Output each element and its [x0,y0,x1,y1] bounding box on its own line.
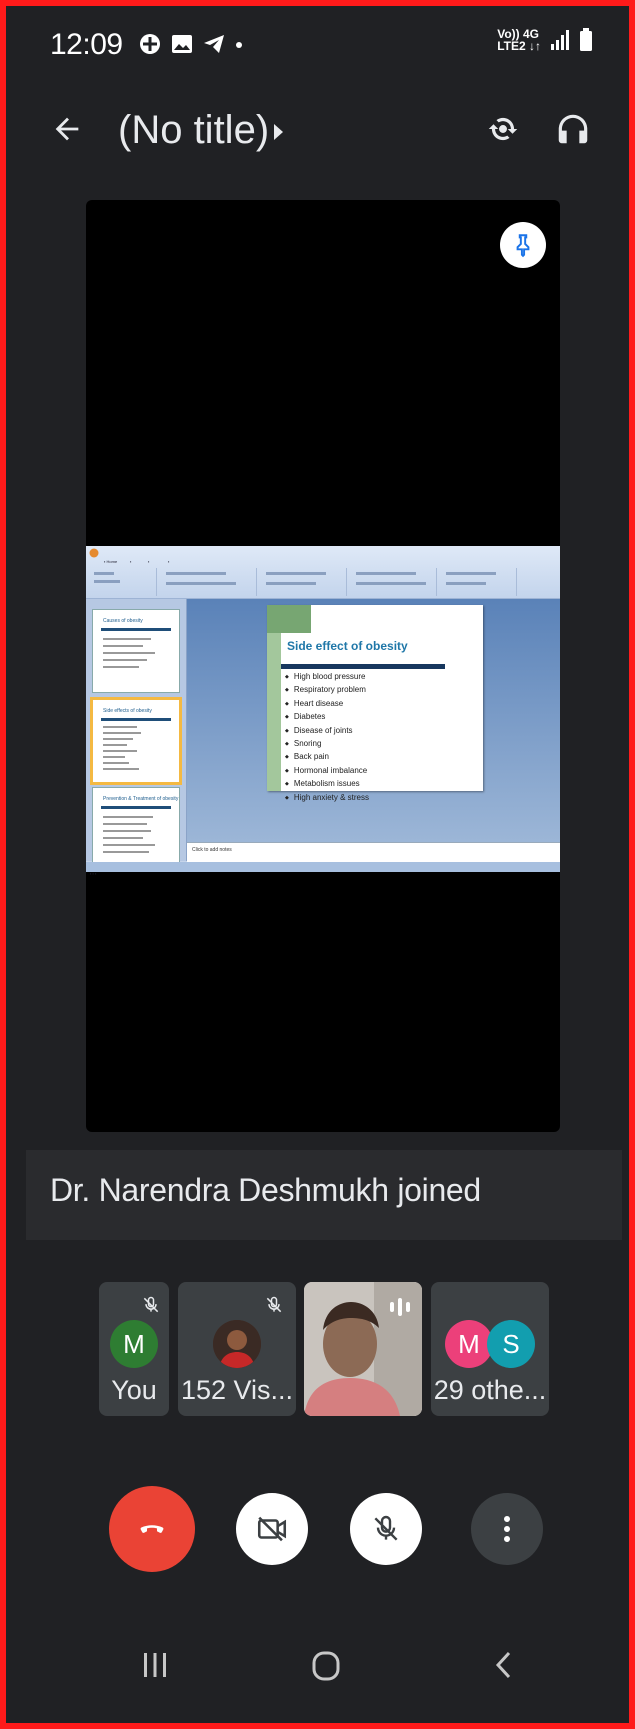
slide-thumb-2: Side effects of obesity [90,697,182,785]
avatar-others-s: S [487,1320,535,1368]
top-app-bar: (No title) [6,86,629,172]
speaking-indicator-icon [390,1298,410,1316]
slide-bullet: Respiratory problem [285,684,369,697]
home-icon[interactable] [311,1650,341,1682]
current-slide: Side effect of obesity High blood pressu… [267,605,483,802]
presentation-stage[interactable]: ▪ Home ▪ ▪ ▪ Causes of obesity Side effe… [86,200,560,1132]
microphone-off-icon [374,1515,398,1541]
telegram-icon [204,35,224,53]
slide-bullet: High anxiety & stress [285,792,369,805]
meeting-title[interactable]: (No title) [118,108,269,153]
slide-bullets: High blood pressure Respiratory problem … [285,671,369,805]
back-arrow-icon[interactable] [50,112,84,146]
slide-thumbnails: Causes of obesity Side effects of obesit… [86,599,187,871]
slide-bullet: Snoring [285,738,369,751]
mic-off-icon [143,1296,159,1313]
network-indicator: Vo)) 4G LTE2 ↓↑ [497,27,541,53]
back-nav-icon[interactable] [493,1650,513,1680]
slide-bullet: High blood pressure [285,671,369,684]
participant-label-others: 29 othe... [433,1375,547,1405]
status-right: Vo)) 4G LTE2 ↓↑ [497,28,593,52]
gamepad-icon [140,34,160,54]
join-notification: Dr. Narendra Deshmukh joined [26,1150,622,1240]
office-logo-icon [89,548,99,558]
notes-pane: Click to add notes [187,842,560,863]
switch-camera-icon[interactable] [484,110,522,148]
slide-bullet: Metabolism issues [285,778,369,791]
join-notification-text: Dr. Narendra Deshmukh joined [50,1172,481,1208]
avatar-others-m: M [445,1320,493,1368]
avatar-you: M [110,1320,158,1368]
participant-label-you: You [111,1375,157,1405]
camera-off-button[interactable] [236,1493,308,1565]
pin-button[interactable] [500,222,546,268]
slide-thumb-3: Prevention & Treatment of obesity [92,787,180,871]
status-time: 12:09 [50,28,123,61]
battery-icon [580,28,592,51]
notification-dot-icon [236,42,242,48]
slide-bullet: Hormonal imbalance [285,765,369,778]
slide-canvas: Side effect of obesity High blood pressu… [187,599,560,842]
slide-bullet: Diabetes [285,711,369,724]
avatar-visitor-photo [213,1320,261,1368]
mic-off-icon [266,1296,282,1313]
mic-off-button[interactable] [350,1493,422,1565]
participant-tile-speaker-video[interactable] [304,1282,422,1416]
slide-bullet: Back pain [285,751,369,764]
slide-thumb-1: Causes of obesity [92,609,180,693]
ppt-ribbon: ▪ Home ▪ ▪ ▪ [86,546,560,599]
status-bar: 12:09 Vo)) 4G LTE2 ↓↑ [6,6,629,84]
meet-screen: 12:09 Vo)) 4G LTE2 ↓↑ (No title) ▪ Home … [6,6,629,1723]
video-off-icon [257,1516,287,1542]
pin-icon [516,234,530,258]
slide-bullet: Disease of joints [285,725,369,738]
participant-label-visitors: 152 Vis... [180,1375,294,1405]
participant-tile-others[interactable]: M S 29 othe... [431,1282,549,1416]
gallery-icon [172,35,192,53]
audio-output-icon[interactable] [554,110,592,148]
more-vert-icon [504,1516,510,1542]
participant-tile-you[interactable]: M You [99,1282,169,1416]
android-nav-bar [6,1620,629,1723]
end-call-button[interactable] [109,1486,195,1572]
slide-bullet: Heart disease [285,698,369,711]
shared-screen-powerpoint: ▪ Home ▪ ▪ ▪ Causes of obesity Side effe… [86,546,560,876]
title-expand-icon[interactable] [274,124,283,140]
signal-icon [551,30,569,50]
ppt-status-bar: ▪ ▪ ▪ [86,862,560,876]
hang-up-icon [140,1525,164,1533]
more-options-button[interactable] [471,1493,543,1565]
recent-apps-icon[interactable] [141,1650,169,1680]
participant-tile-visitors[interactable]: 152 Vis... [178,1282,296,1416]
slide-title: Side effect of obesity [287,639,408,653]
